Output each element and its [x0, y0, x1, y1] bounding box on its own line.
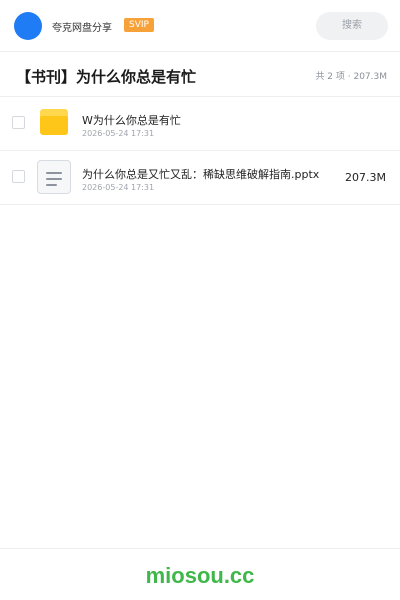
share-summary: 共 2 项 · 207.3M [315, 72, 387, 82]
file-size: 207.3M [345, 171, 386, 184]
page-title: 【书刊】为什么你总是有忙 [16, 68, 197, 86]
svip-badge: SVIP [124, 18, 154, 32]
top-bar: 夸克网盘分享 SVIP 搜索 [0, 0, 400, 52]
file-name[interactable]: W为什么你总是有忙 [82, 112, 181, 128]
select-checkbox[interactable] [12, 116, 25, 129]
file-row-document[interactable]: 为什么你总是又忙又乱：稀缺思维破解指南.pptx 2026-05-24 17:3… [0, 151, 400, 205]
file-date: 2026-05-24 17:31 [82, 129, 155, 138]
site-watermark: miosou.cc [145, 563, 255, 588]
folder-icon [40, 109, 68, 135]
avatar[interactable] [14, 12, 42, 40]
file-name[interactable]: 为什么你总是又忙又乱：稀缺思维破解指南.pptx [82, 166, 319, 182]
file-date: 2026-05-24 17:31 [82, 183, 155, 192]
footer: miosou.cc [0, 548, 400, 600]
file-row-folder[interactable]: W为什么你总是有忙 2026-05-24 17:31 [0, 97, 400, 151]
select-checkbox[interactable] [12, 170, 25, 183]
search-input[interactable]: 搜索 [316, 12, 388, 40]
account-name: 夸克网盘分享 [52, 23, 112, 34]
document-icon [37, 160, 71, 194]
share-header: 【书刊】为什么你总是有忙 共 2 项 · 207.3M [0, 53, 400, 97]
